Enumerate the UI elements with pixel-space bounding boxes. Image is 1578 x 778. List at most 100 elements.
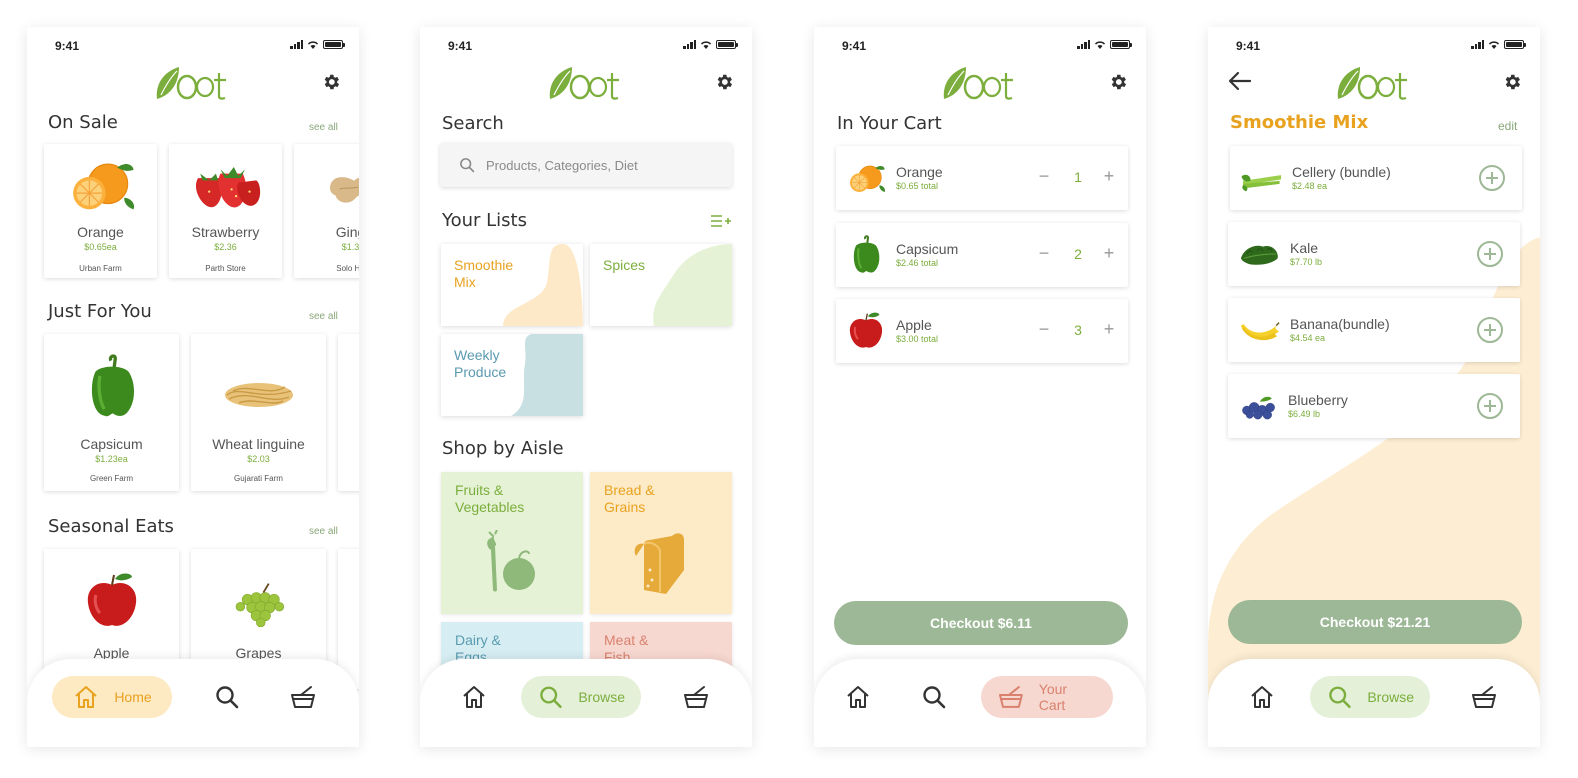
quantity-value: 1 — [1074, 169, 1082, 185]
add-list-icon[interactable] — [710, 213, 732, 229]
nav-cart-tab[interactable]: Your Cart — [981, 676, 1113, 718]
signal-icon — [683, 40, 696, 49]
cart-item-apple: Apple $3.00 total − 3 + — [836, 299, 1128, 363]
search-title: Search — [442, 113, 504, 134]
capsicum-image — [846, 235, 886, 275]
search-input[interactable] — [486, 157, 716, 173]
product-price: $2.36 — [214, 242, 237, 252]
see-all-just-for-you-link[interactable]: see all — [309, 311, 338, 322]
basket-icon — [997, 683, 1025, 711]
add-circle-icon[interactable] — [1476, 240, 1504, 268]
boot-logo — [153, 63, 233, 103]
signal-icon — [1077, 40, 1090, 49]
nav-browse-tab[interactable]: Browse — [1310, 676, 1430, 718]
gear-icon[interactable] — [714, 72, 734, 92]
see-all-seasonal-link[interactable]: see all — [309, 526, 338, 537]
decrease-quantity-button[interactable]: − — [1034, 243, 1054, 264]
search-icon — [920, 683, 948, 711]
nav-browse-label: Browse — [578, 689, 625, 705]
search-icon — [537, 683, 564, 711]
home-icon — [72, 683, 100, 711]
search-icon — [458, 156, 476, 174]
list-card-smoothie-mix[interactable]: Smoothie Mix — [441, 244, 583, 326]
product-name: Capsicum — [80, 436, 143, 452]
nav-cart-tab[interactable] — [1470, 676, 1498, 718]
checkout-button[interactable]: Checkout $6.11 — [834, 601, 1128, 645]
back-arrow-icon[interactable] — [1228, 69, 1252, 93]
smoothie-mix-screen: 9:41 Smoothie Mix edit Cellery (bundle) … — [1208, 27, 1540, 747]
list-item-name: Blueberry — [1288, 392, 1348, 408]
list-blob — [503, 244, 583, 326]
cart-item-total: $3.00 total — [896, 334, 939, 344]
search-icon — [213, 683, 241, 711]
nav-home-tab[interactable] — [844, 676, 872, 718]
section-title-just-for-you: Just For You — [48, 301, 152, 322]
wifi-icon — [1095, 41, 1105, 49]
list-item-blueberry: Blueberry $6.49 lb — [1228, 374, 1520, 438]
ginger-image — [321, 162, 360, 214]
see-all-on-sale-link[interactable]: see all — [309, 122, 338, 133]
product-card-capsicum[interactable]: Capsicum $1.23ea Green Farm — [44, 334, 179, 491]
nav-browse-tab[interactable]: Browse — [521, 676, 641, 718]
nav-home-tab[interactable]: Home — [52, 676, 172, 718]
cart-item-name: Apple — [896, 317, 932, 333]
aisle-bread-grains[interactable]: Bread & Grains — [590, 472, 732, 614]
product-card-wheat-linguine[interactable]: Wheat linguine $2.03 Gujarati Farm — [191, 334, 326, 491]
list-item-price: $4.54 ea — [1290, 333, 1326, 343]
basket-icon — [682, 683, 710, 711]
nav-home-tab[interactable] — [460, 676, 488, 718]
apple-image — [846, 311, 886, 351]
gear-icon[interactable] — [321, 72, 341, 92]
list-label: Spices — [603, 257, 646, 273]
add-circle-icon[interactable] — [1478, 164, 1506, 192]
cart-item-name: Capsicum — [896, 241, 959, 257]
product-price: $1.23ea — [95, 454, 128, 464]
edit-link[interactable]: edit — [1498, 119, 1517, 133]
product-store: Urban Farm — [79, 264, 122, 273]
boot-logo — [546, 63, 626, 103]
checkout-button[interactable]: Checkout $21.21 — [1228, 600, 1522, 644]
product-card-orange[interactable]: Orange $0.65ea Urban Farm — [44, 144, 157, 278]
product-card-partial[interactable] — [338, 334, 359, 491]
cart-screen: 9:41 In Your Cart Orange $0.65 total − 1… — [814, 27, 1146, 747]
home-icon — [844, 683, 872, 711]
cart-item-capsicum: Capsicum $2.46 total − 2 + — [836, 223, 1128, 287]
status-bar: 9:41 — [420, 37, 752, 55]
decrease-quantity-button[interactable]: − — [1034, 166, 1054, 187]
banana-image — [1238, 310, 1282, 350]
list-card-spices[interactable]: Spices — [590, 244, 732, 326]
add-circle-icon[interactable] — [1476, 316, 1504, 344]
gear-icon[interactable] — [1108, 72, 1128, 92]
cart-item-total: $2.46 total — [896, 258, 939, 268]
nav-search-tab[interactable] — [213, 676, 241, 718]
gear-icon[interactable] — [1502, 72, 1522, 92]
decrease-quantity-button[interactable]: − — [1034, 319, 1054, 340]
product-card-strawberry[interactable]: Strawberry $2.36 Parth Store — [169, 144, 282, 278]
add-circle-icon[interactable] — [1476, 392, 1504, 420]
status-time: 9:41 — [842, 39, 867, 53]
product-store: Parth Store — [205, 264, 246, 273]
list-item-cellery: Cellery (bundle) $2.48 ea — [1230, 146, 1522, 210]
increase-quantity-button[interactable]: + — [1099, 319, 1119, 340]
increase-quantity-button[interactable]: + — [1099, 166, 1119, 187]
nav-cart-tab[interactable] — [289, 676, 317, 718]
search-icon — [1326, 683, 1353, 711]
product-card-ginger[interactable]: Ging $1.3 Solo Ho — [294, 144, 359, 278]
nav-search-tab[interactable] — [920, 676, 948, 718]
nav-cart-label: Your Cart — [1038, 681, 1068, 713]
section-title-seasonal-eats: Seasonal Eats — [48, 516, 174, 537]
cart-item-name: Orange — [896, 164, 943, 180]
nav-cart-tab[interactable] — [682, 676, 710, 718]
aisle-fruits-vegetables[interactable]: Fruits & Vegetables — [441, 472, 583, 614]
increase-quantity-button[interactable]: + — [1099, 243, 1119, 264]
product-price: $2.03 — [247, 454, 270, 464]
product-store: Green Farm — [89, 474, 134, 483]
kale-image — [1238, 234, 1282, 274]
status-bar: 9:41 — [814, 37, 1146, 55]
list-card-weekly-produce[interactable]: Weekly Produce — [441, 334, 583, 416]
basket-icon — [289, 683, 317, 711]
home-icon — [1248, 683, 1276, 711]
nav-home-tab[interactable] — [1248, 676, 1276, 718]
list-label: Smoothie Mix — [454, 257, 514, 290]
list-blob — [511, 334, 583, 416]
